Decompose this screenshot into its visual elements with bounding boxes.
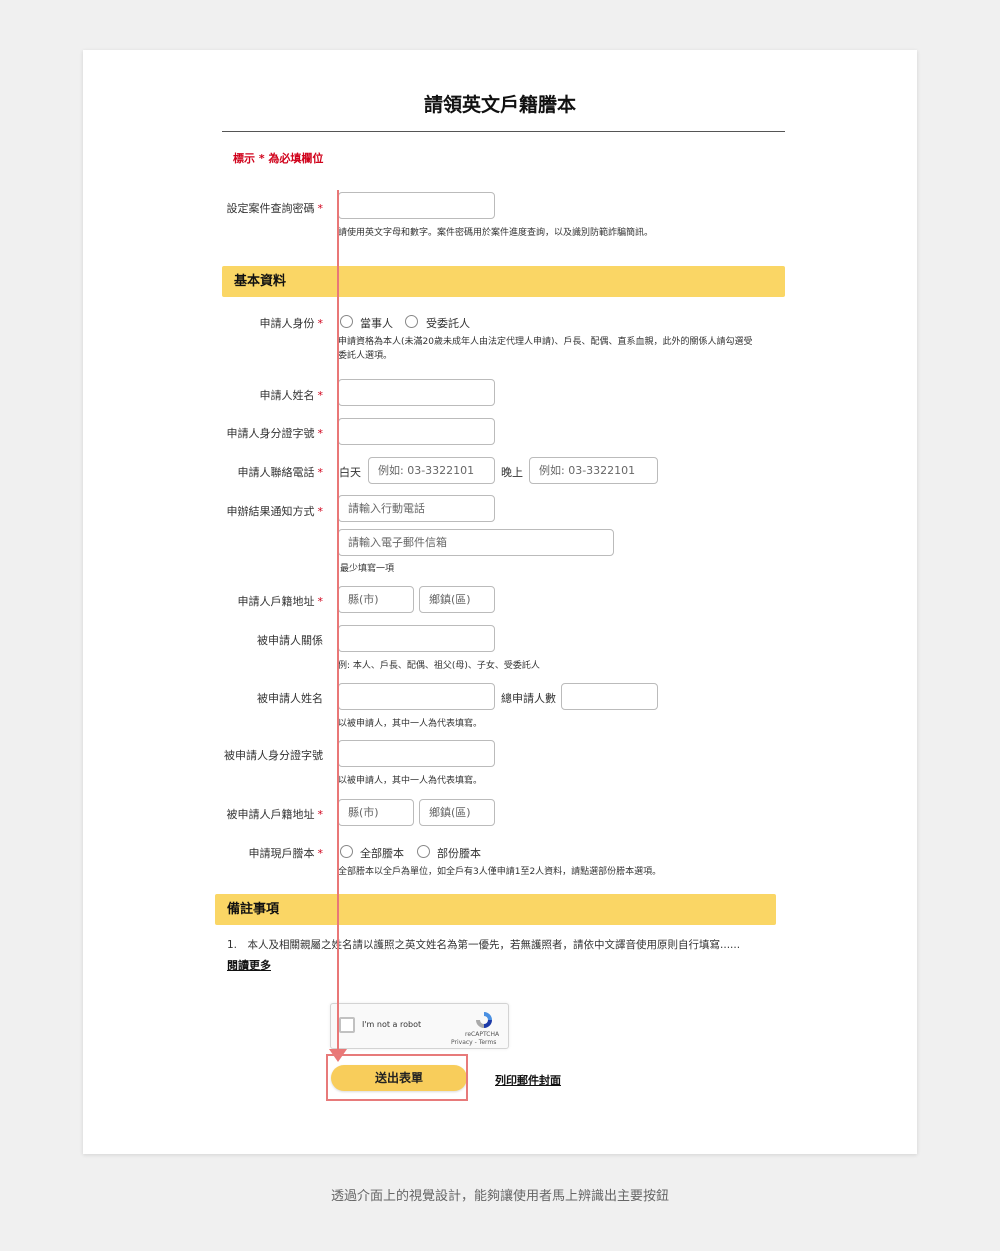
identity-option-agent: 受委託人 [426, 317, 470, 330]
phone-day-input[interactable]: 例如: 03-3322101 [368, 457, 495, 484]
relation-label: 被申請人關係 [257, 634, 323, 647]
subject-id-label: 被申請人身分證字號 [224, 749, 323, 762]
copy-type-option-full: 全部謄本 [360, 847, 404, 860]
copy-type-radio-full[interactable] [340, 845, 353, 858]
password-hint: 請使用英文字母和數字。案件密碼用於案件進度查詢，以及識別防範詐騙簡訊。 [338, 228, 654, 238]
applicant-name-input[interactable] [338, 379, 495, 406]
copy-type-option-partial: 部份謄本 [437, 847, 481, 860]
recaptcha-logo-icon [476, 1012, 492, 1028]
form-card: 請領英文戶籍謄本 標示 * 為必填欄位 設定案件查詢密碼 * 請使用英文字母和數字… [83, 50, 917, 1154]
subject-name-input[interactable] [338, 683, 495, 710]
identity-hint-line2: 委託人選項。 [338, 351, 393, 361]
subject-id-hint: 以被申請人，其中一人為代表填寫。 [338, 776, 483, 786]
subject-address-label: 被申請人戶籍地址 * [226, 808, 324, 821]
subject-address-town-select[interactable]: 鄉鎮(區) [419, 799, 495, 826]
relation-hint: 例: 本人、戶長、配偶、祖父(母)、子女、受委託人 [338, 661, 540, 671]
section-notes: 備註事項 [215, 894, 776, 925]
identity-hint-line1: 申請資格為本人(未滿20歲未成年人由法定代理人申請)、戶長、配偶、直系血親，此外… [338, 337, 753, 347]
recaptcha-links[interactable]: Privacy - Terms [451, 1039, 496, 1046]
notify-label: 申辦結果通知方式 * [226, 505, 324, 518]
submit-highlight-box [326, 1054, 468, 1101]
address-county-select[interactable]: 縣(市) [338, 586, 414, 613]
phone-night-input[interactable]: 例如: 03-3322101 [529, 457, 658, 484]
phone-night-label: 晚上 [501, 466, 523, 479]
copy-type-label: 申請現戶謄本 * [248, 847, 324, 860]
subject-address-county-select[interactable]: 縣(市) [338, 799, 414, 826]
section-basic-info: 基本資料 [222, 266, 785, 297]
recaptcha-text: I'm not a robot [362, 1020, 422, 1029]
total-applicants-label: 總申請人數 [501, 692, 556, 705]
recaptcha-checkbox[interactable] [339, 1017, 355, 1033]
recaptcha-brand: reCAPTCHA [465, 1031, 500, 1038]
read-more-link[interactable]: 閱讀更多 [227, 957, 271, 973]
password-input[interactable] [338, 192, 495, 219]
notify-email-input[interactable]: 請輸入電子郵件信箱 [338, 529, 614, 556]
applicant-id-label: 申請人身分證字號 * [226, 427, 324, 440]
applicant-id-input[interactable] [338, 418, 495, 445]
subject-name-label: 被申請人姓名 [257, 692, 323, 705]
notes-item: 1. 本人及相關親屬之姓名請以護照之英文姓名為第一優先，若無護照者，請依中文譯音… [227, 939, 741, 951]
identity-radio-self[interactable] [340, 315, 353, 328]
page-title: 請領英文戶籍謄本 [423, 94, 576, 116]
identity-radio-agent[interactable] [405, 315, 418, 328]
title-divider [222, 131, 785, 132]
figure-caption: 透過介面上的視覺設計，能夠讓使用者馬上辨識出主要按鈕 [330, 1189, 669, 1204]
notify-hint: 最少填寫一項 [340, 564, 395, 574]
notify-mobile-input[interactable]: 請輸入行動電話 [338, 495, 495, 522]
password-label: 設定案件查詢密碼 * [226, 202, 324, 215]
required-note: 標示 * 為必填欄位 [233, 152, 324, 165]
subject-id-input[interactable] [338, 740, 495, 767]
identity-option-self: 當事人 [360, 317, 393, 330]
print-cover-link[interactable]: 列印郵件封面 [495, 1072, 561, 1088]
address-town-select[interactable]: 鄉鎮(區) [419, 586, 495, 613]
phone-day-label: 白天 [339, 466, 361, 479]
phone-label: 申請人聯絡電話 * [237, 466, 324, 479]
subject-name-hint: 以被申請人，其中一人為代表填寫。 [338, 719, 483, 729]
identity-label: 申請人身份 * [259, 317, 324, 330]
address-label: 申請人戶籍地址 * [237, 595, 324, 608]
applicant-name-label: 申請人姓名 * [259, 389, 324, 402]
copy-type-radio-partial[interactable] [417, 845, 430, 858]
copy-type-hint: 全部謄本以全戶為單位，如全戶有3人僅申請1至2人資料，請點選部份謄本選項。 [338, 867, 662, 877]
recaptcha-widget: I'm not a robot reCAPTCHA Privacy - Term… [330, 1003, 509, 1049]
relation-input[interactable] [338, 625, 495, 652]
annotation-line [337, 190, 339, 1058]
total-applicants-input[interactable] [561, 683, 658, 710]
